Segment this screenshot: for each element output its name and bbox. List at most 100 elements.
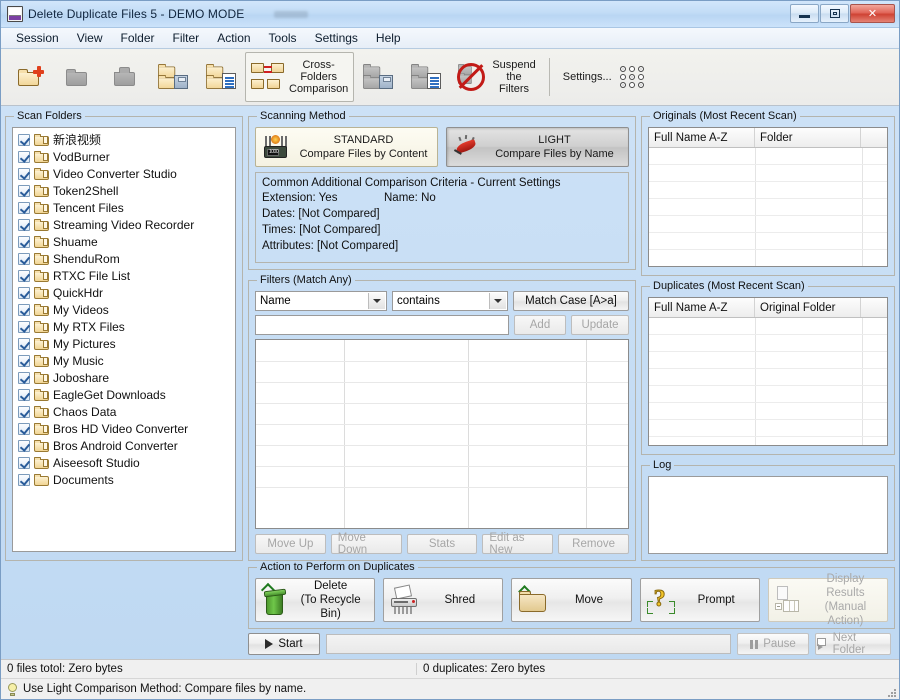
scan-folder-row[interactable]: My Pictures — [15, 335, 233, 352]
scan-folder-checkbox[interactable] — [18, 286, 30, 299]
scan-folder-row[interactable]: Bros Android Converter — [15, 437, 233, 454]
toolbar-cross-folders-comparison-button[interactable]: Cross- Folders Comparison — [245, 52, 355, 102]
delete-action-button[interactable]: Delete (To Recycle Bin) — [255, 578, 376, 622]
toolbar-settings-button[interactable]: Settings... — [557, 52, 651, 102]
scan-folder-checkbox[interactable] — [18, 252, 30, 265]
filters-list[interactable] — [255, 339, 629, 529]
menu-session[interactable]: Session — [7, 29, 68, 47]
scan-folder-checkbox[interactable] — [18, 150, 30, 163]
prompt-action-button[interactable]: ? Prompt — [639, 578, 760, 622]
scan-folder-row[interactable]: ShenduRom — [15, 250, 233, 267]
filter-remove-button[interactable]: Remove — [558, 534, 629, 554]
next-folder-button[interactable]: Next Folder — [815, 632, 891, 656]
scan-folder-row[interactable]: VodBurner — [15, 148, 233, 165]
originals-table[interactable]: Full Name A-Z Folder — [648, 127, 888, 267]
scan-folder-checkbox[interactable] — [18, 388, 30, 401]
scan-folder-row[interactable]: Documents — [15, 471, 233, 488]
scan-folders-list[interactable]: 新浪视频 VodBurner Video Converter Studio Token… — [12, 127, 236, 552]
pause-button[interactable]: Pause — [737, 633, 809, 655]
scan-folder-checkbox[interactable] — [18, 456, 30, 469]
scan-folder-row[interactable]: Token2Shell — [15, 182, 233, 199]
scan-folder-row[interactable]: My RTX Files — [15, 318, 233, 335]
toolbar-load-folder-list-button[interactable] — [197, 52, 245, 102]
scan-folder-checkbox[interactable] — [18, 422, 30, 435]
filter-update-button[interactable]: Update — [571, 315, 629, 335]
close-button[interactable]: ✕ — [850, 4, 895, 23]
scan-folder-checkbox[interactable] — [18, 405, 30, 418]
scan-folder-checkbox[interactable] — [18, 201, 30, 214]
scan-folder-checkbox[interactable] — [18, 218, 30, 231]
start-button[interactable]: Start — [248, 633, 320, 655]
filter-field-select[interactable]: Name — [255, 291, 387, 311]
menu-settings[interactable]: Settings — [306, 29, 367, 47]
menu-filter[interactable]: Filter — [164, 29, 209, 47]
minimize-button[interactable] — [790, 4, 819, 23]
log-textarea[interactable] — [648, 476, 888, 554]
scan-folder-checkbox[interactable] — [18, 371, 30, 384]
display-results-button[interactable]: Display Results (Manual Action) — [767, 573, 889, 627]
scan-folder-checkbox[interactable] — [18, 354, 30, 367]
scan-folder-row[interactable]: My Music — [15, 352, 233, 369]
chevron-down-icon[interactable] — [368, 293, 385, 309]
filter-move-down-button[interactable]: Move Down — [330, 532, 402, 556]
scan-folder-checkbox[interactable] — [18, 184, 30, 197]
duplicates-col-extra[interactable] — [861, 298, 887, 317]
scan-folder-row[interactable]: QuickHdr — [15, 284, 233, 301]
originals-col-fullname[interactable]: Full Name A-Z — [649, 128, 755, 147]
toolbar-save-session-button[interactable] — [354, 52, 402, 102]
light-method-button[interactable]: LIGHT Compare Files by Name — [446, 127, 629, 167]
scan-folder-checkbox[interactable] — [18, 439, 30, 452]
filter-edit-as-new-button[interactable]: Edit as New — [482, 532, 554, 556]
menu-folder[interactable]: Folder — [112, 29, 164, 47]
move-action-button[interactable]: Move — [511, 578, 632, 622]
scan-folder-row[interactable]: Video Converter Studio — [15, 165, 233, 182]
scan-folder-checkbox[interactable] — [18, 303, 30, 316]
originals-col-extra[interactable] — [861, 128, 887, 147]
scan-folder-checkbox[interactable] — [18, 235, 30, 248]
delete-action-label: Delete (To Recycle Bin) — [293, 579, 368, 621]
scan-folder-checkbox[interactable] — [18, 473, 30, 486]
scan-folder-row[interactable]: Aiseesoft Studio — [15, 454, 233, 471]
toolbar-save-folder-list-button[interactable] — [149, 52, 197, 102]
toolbar-clear-folders-button[interactable] — [101, 52, 149, 102]
scan-folder-row[interactable]: Joboshare — [15, 369, 233, 386]
chevron-down-icon[interactable] — [489, 293, 506, 309]
scan-folder-checkbox[interactable] — [18, 337, 30, 350]
filter-stats-button[interactable]: Stats — [406, 534, 478, 554]
menu-action[interactable]: Action — [208, 29, 259, 47]
filter-operator-select[interactable]: contains — [392, 291, 508, 311]
scan-folder-row[interactable]: Tencent Files — [15, 199, 233, 216]
match-case-button[interactable]: Match Case [A>a] — [513, 291, 629, 311]
toolbar-remove-folder-button[interactable] — [53, 52, 101, 102]
menu-tools[interactable]: Tools — [260, 29, 306, 47]
scan-folder-checkbox[interactable] — [18, 320, 30, 333]
light-title: LIGHT — [538, 134, 571, 146]
duplicates-col-original-folder[interactable]: Original Folder — [755, 298, 861, 317]
shred-action-button[interactable]: Shred — [383, 578, 504, 622]
filter-add-button[interactable]: Add — [514, 315, 566, 335]
scan-folder-checkbox[interactable] — [18, 167, 30, 180]
menu-help[interactable]: Help — [367, 29, 410, 47]
scan-folder-row[interactable]: Chaos Data — [15, 403, 233, 420]
maximize-button[interactable] — [820, 4, 849, 23]
scan-folder-row[interactable]: My Videos — [15, 301, 233, 318]
scan-folder-row[interactable]: Bros HD Video Converter — [15, 420, 233, 437]
filter-move-up-button[interactable]: Move Up — [255, 534, 326, 554]
toolbar-session-report-button[interactable] — [402, 52, 450, 102]
scan-folder-row[interactable]: Streaming Video Recorder — [15, 216, 233, 233]
resize-grip[interactable] — [886, 687, 896, 697]
scan-folder-row[interactable]: 新浪视频 — [15, 131, 233, 148]
scan-folder-checkbox[interactable] — [18, 269, 30, 282]
scan-folder-checkbox[interactable] — [18, 133, 30, 146]
menu-view[interactable]: View — [68, 29, 112, 47]
filter-value-input[interactable] — [255, 315, 509, 335]
scan-folder-row[interactable]: EagleGet Downloads — [15, 386, 233, 403]
standard-method-button[interactable]: STANDARD Compare Files by Content — [255, 127, 438, 167]
originals-col-folder[interactable]: Folder — [755, 128, 861, 147]
duplicates-col-fullname[interactable]: Full Name A-Z — [649, 298, 755, 317]
scan-folder-row[interactable]: Shuame — [15, 233, 233, 250]
scan-folder-row[interactable]: RTXC File List — [15, 267, 233, 284]
toolbar-add-folder-button[interactable] — [5, 52, 53, 102]
toolbar-suspend-filters-button[interactable]: Suspend the Filters — [450, 52, 541, 102]
duplicates-table[interactable]: Full Name A-Z Original Folder — [648, 297, 888, 446]
